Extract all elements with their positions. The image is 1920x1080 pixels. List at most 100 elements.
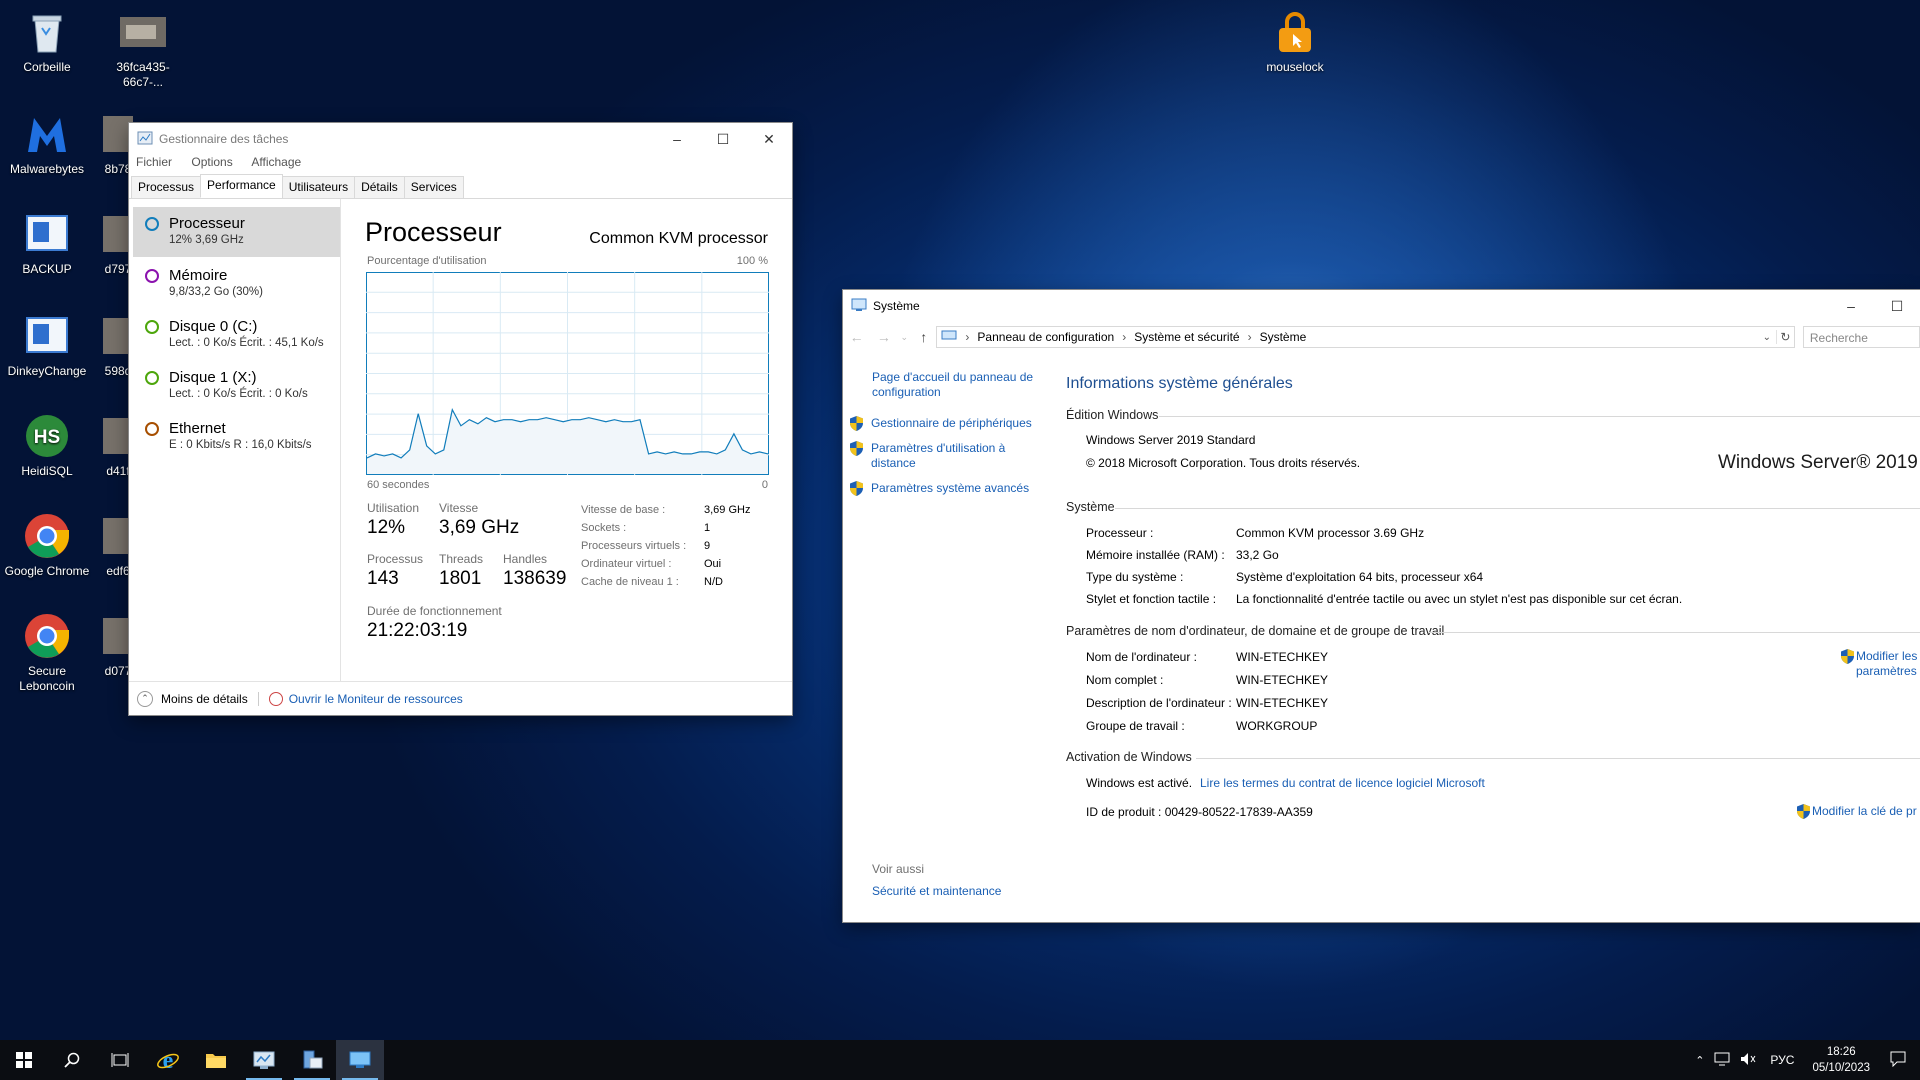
detail-key: Processeurs virtuels : bbox=[581, 540, 687, 552]
clock[interactable]: 18:26 05/10/2023 bbox=[1802, 1044, 1880, 1076]
up-arrow-icon[interactable]: ↑ bbox=[911, 329, 936, 345]
taskbar-internet-explorer[interactable]: e bbox=[144, 1040, 192, 1080]
remote-settings-link[interactable]: Paramètres d'utilisation à distance bbox=[850, 441, 1030, 471]
breadcrumb-item[interactable]: Système bbox=[1260, 330, 1758, 344]
open-resource-monitor-link[interactable]: Ouvrir le Moniteur de ressources bbox=[268, 691, 463, 706]
change-product-key-link[interactable]: Modifier la clé de pr bbox=[1797, 804, 1917, 819]
resource-detail: 12% 3,69 GHz bbox=[169, 234, 244, 246]
cpu-usage-graph bbox=[366, 272, 769, 475]
windows-server-logo: Windows Server® 2019 bbox=[1718, 452, 1918, 473]
license-terms-link[interactable]: Lire les termes du contrat de licence lo… bbox=[1200, 776, 1485, 790]
taskbar-system-control-panel[interactable] bbox=[336, 1040, 384, 1080]
advanced-settings-link[interactable]: Paramètres système avancés bbox=[850, 481, 1029, 496]
window-title: Système bbox=[873, 299, 920, 313]
tab-processus[interactable]: Processus bbox=[131, 176, 202, 198]
section-divider bbox=[1159, 416, 1920, 417]
desktop-icon-secure-leboncoin[interactable]: Secure Leboncoin bbox=[2, 612, 92, 694]
desktop-icon-heidisql[interactable]: HS HeidiSQL bbox=[2, 412, 92, 479]
section-divider bbox=[1428, 632, 1920, 633]
window-title: Gestionnaire des tâches bbox=[159, 132, 289, 146]
memory-circle-icon bbox=[145, 269, 159, 283]
tab-performance[interactable]: Performance bbox=[200, 174, 283, 198]
taskbar-file-explorer[interactable] bbox=[192, 1040, 240, 1080]
minimize-button[interactable]: – bbox=[1828, 290, 1874, 322]
back-arrow-icon[interactable]: ← bbox=[843, 329, 870, 345]
activation-status: Windows est activé. bbox=[1086, 776, 1193, 790]
chevron-right-icon: › bbox=[1247, 330, 1252, 344]
system-window: Système – ☐ ← → ⌄ ↑ › Panneau de configu… bbox=[843, 290, 1920, 922]
malwarebytes-icon bbox=[23, 110, 71, 158]
shield-icon bbox=[850, 441, 863, 456]
task-manager-titlebar[interactable]: Gestionnaire des tâches – ☐ ✕ bbox=[129, 123, 792, 155]
name-row-value: WIN-ETECHKEY bbox=[1236, 696, 1329, 710]
detail-key: Ordinateur virtuel : bbox=[581, 558, 672, 570]
resource-processeur[interactable]: Processeur 12% 3,69 GHz bbox=[133, 207, 340, 257]
stat-value: 138639 bbox=[503, 568, 567, 589]
menu-fichier[interactable]: Fichier bbox=[136, 155, 172, 169]
menu-affichage[interactable]: Affichage bbox=[251, 155, 301, 169]
resource-disque-0[interactable]: Disque 0 (C:) Lect. : 0 Ko/s Écrit. : 45… bbox=[133, 310, 340, 360]
app-shortcut-icon bbox=[23, 210, 71, 258]
volume-icon[interactable] bbox=[1734, 1052, 1762, 1069]
image-file-icon bbox=[119, 8, 167, 56]
task-view-button[interactable] bbox=[96, 1040, 144, 1080]
refresh-icon[interactable]: ↻ bbox=[1775, 330, 1794, 344]
network-icon[interactable] bbox=[1710, 1052, 1734, 1069]
desktop-icon-dinkeychange[interactable]: DinkeyChange bbox=[2, 312, 92, 379]
maximize-button[interactable]: ☐ bbox=[700, 123, 746, 155]
stat-label: Durée de fonctionnement bbox=[367, 604, 502, 618]
device-manager-link[interactable]: Gestionnaire de périphériques bbox=[850, 416, 1032, 431]
system-titlebar[interactable]: Système – ☐ bbox=[843, 290, 1920, 322]
see-also-heading: Voir aussi bbox=[872, 862, 925, 876]
stat-value: 1801 bbox=[439, 568, 482, 589]
tab-details[interactable]: Détails bbox=[354, 176, 405, 198]
resource-disque-1[interactable]: Disque 1 (X:) Lect. : 0 Ko/s Écrit. : 0 … bbox=[133, 361, 340, 411]
maximize-button[interactable]: ☐ bbox=[1874, 290, 1920, 322]
link-label: Modifier la clé de pr bbox=[1812, 804, 1917, 818]
resource-ethernet[interactable]: Ethernet E : 0 Kbits/s R : 16,0 Kbits/s bbox=[133, 412, 340, 462]
chevron-down-icon[interactable]: ⌄ bbox=[1758, 332, 1776, 343]
taskbar-server-manager[interactable] bbox=[288, 1040, 336, 1080]
desktop-icon-corbeille[interactable]: Corbeille bbox=[2, 8, 92, 75]
system-section-title: Système bbox=[1066, 500, 1115, 514]
desktop-icon-mouselock[interactable]: mouselock bbox=[1250, 8, 1340, 75]
windows-logo-icon bbox=[16, 1052, 32, 1068]
desktop-icon-malwarebytes[interactable]: Malwarebytes bbox=[2, 110, 92, 177]
taskbar-task-manager[interactable] bbox=[240, 1040, 288, 1080]
desktop-icon-label: 36fca435-66c7-... bbox=[116, 60, 170, 89]
panel-title: Processeur bbox=[365, 217, 502, 247]
control-panel-home-link[interactable]: Page d'accueil du panneau de configurati… bbox=[872, 370, 1042, 400]
close-button[interactable]: ✕ bbox=[746, 123, 792, 155]
name-row-key: Description de l'ordinateur : bbox=[1086, 696, 1232, 710]
breadcrumb-item[interactable]: Système et sécurité bbox=[1134, 330, 1239, 344]
less-details-label: Moins de détails bbox=[161, 691, 248, 706]
search-input[interactable]: Recherche bbox=[1802, 326, 1920, 348]
start-button[interactable] bbox=[0, 1040, 48, 1080]
show-hidden-icons-chevron-icon[interactable]: ⌃ bbox=[1689, 1054, 1710, 1067]
desktop-icon-google-chrome[interactable]: Google Chrome bbox=[2, 512, 92, 579]
modify-settings-link[interactable]: Modifier les paramètres bbox=[1841, 649, 1920, 679]
breadcrumb-item[interactable]: Panneau de configuration bbox=[977, 330, 1114, 344]
less-details-button[interactable]: ⌃ Moins de détails bbox=[137, 690, 248, 707]
language-indicator[interactable]: РУС bbox=[1762, 1053, 1802, 1067]
cpu-details-values: 3,69 GHz 1 9 Oui N/D bbox=[704, 501, 750, 591]
minimize-button[interactable]: – bbox=[654, 123, 700, 155]
forward-arrow-icon[interactable]: → bbox=[870, 329, 897, 345]
stat-label: Threads bbox=[439, 552, 484, 566]
search-button[interactable] bbox=[48, 1040, 96, 1080]
tab-utilisateurs[interactable]: Utilisateurs bbox=[281, 176, 356, 198]
server-manager-icon bbox=[303, 1050, 323, 1069]
address-bar[interactable]: › Panneau de configuration › Système et … bbox=[936, 326, 1795, 348]
recent-dropdown-icon[interactable]: ⌄ bbox=[898, 332, 912, 343]
action-center-button[interactable] bbox=[1880, 1051, 1920, 1070]
security-maintenance-link[interactable]: Sécurité et maintenance bbox=[872, 884, 1001, 898]
desktop-icon-image-1[interactable]: 36fca435-66c7-... bbox=[98, 8, 188, 90]
tab-services[interactable]: Services bbox=[403, 176, 464, 198]
computer-icon bbox=[941, 330, 957, 345]
resource-memoire[interactable]: Mémoire 9,8/33,2 Go (30%) bbox=[133, 259, 340, 309]
menu-options[interactable]: Options bbox=[191, 155, 232, 169]
svg-text:HS: HS bbox=[34, 427, 60, 448]
task-manager-footer: ⌃ Moins de détails Ouvrir le Moniteur de… bbox=[129, 681, 792, 715]
internet-explorer-icon: e bbox=[157, 1048, 179, 1072]
desktop-icon-backup[interactable]: BACKUP bbox=[2, 210, 92, 277]
